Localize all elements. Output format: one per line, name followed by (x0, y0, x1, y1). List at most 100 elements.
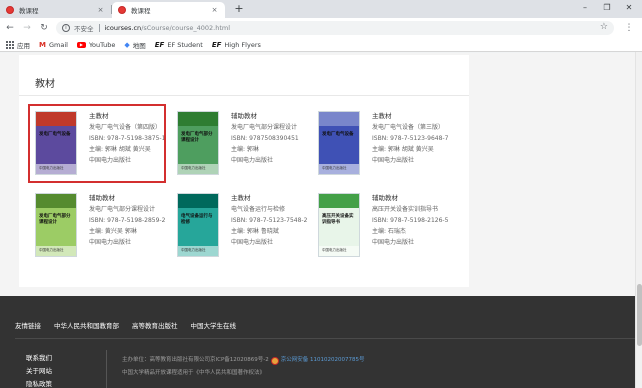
book-type: 主教材 (89, 112, 109, 120)
browser-tab-1[interactable]: 教课程 × (0, 2, 111, 18)
friend-link-student-online[interactable]: 中国大学生在线 (191, 320, 237, 330)
textbooks-card: 教材 发电厂电气设备 中国电力出版社 主教材 发电厂电气设备（第四版） ISBN: 97… (19, 55, 469, 287)
textbook-item[interactable]: 发电厂电气设备 中国电力出版社 主教材 发电厂电气设备（第四版） ISBN: 978-7… (28, 104, 175, 183)
maximize-button[interactable]: ❐ (600, 2, 614, 14)
book-meta: 主教材发电厂电气设备（第三版） ISBN: 978-7-5123-9648-7 主编… (372, 111, 462, 166)
book-type: 主教材 (231, 194, 251, 202)
site-favicon-icon (6, 6, 14, 14)
book-cover-publisher: 中国电力出版社 (181, 248, 206, 252)
forward-button[interactable]: → (20, 21, 34, 35)
scrollbar-thumb[interactable] (637, 284, 642, 346)
book-meta: 主教材 电气设备运行与检修 ISBN: 978-7-5123-7548-2 主编: 郭… (231, 193, 321, 248)
info-warning-icon[interactable]: i (62, 24, 70, 32)
section-divider (19, 95, 469, 96)
book-cover-image[interactable]: 高压开关设备实训指导书中国电力出版社 (318, 193, 360, 257)
footer-link-contact[interactable]: 联系我们 (26, 352, 96, 365)
browser-menu-icon[interactable]: ⋮ (624, 21, 634, 35)
book-publisher: 中国电力出版社 (231, 239, 274, 246)
tab-strip: 教课程 × 教课程 × + – ❐ ✕ (0, 0, 642, 18)
textbook-item[interactable]: 发电厂电气部分课程设计 中国电力出版社 辅助教材 发电厂电气部分课程设计 ISBN: 9… (35, 193, 175, 263)
book-title[interactable]: 发电厂电气部分课程设计 (89, 204, 179, 215)
book-publisher: 中国电力出版社 (89, 239, 132, 246)
book-title[interactable]: 电气设备运行与检修 (231, 204, 321, 215)
book-title[interactable]: 发电厂电气设备（第四版） (89, 122, 179, 133)
bookmark-label: EF Student (167, 40, 203, 49)
book-editors: 主编: 郭琳 (231, 146, 259, 153)
book-cover-image[interactable]: 发电厂电气部分课程设计 中国电力出版社 (177, 111, 219, 175)
footer-link-about[interactable]: 关于网站 (26, 365, 96, 378)
book-editors: 主编: 郭琳 鲁晓斌 (231, 228, 279, 235)
book-title[interactable]: 高压开关设备实训指导书 (372, 204, 462, 215)
book-cover-image[interactable]: 电气设备运行与检修中国电力出版社 (177, 193, 219, 257)
friend-link-moe[interactable]: 中华人民共和国教育部 (54, 320, 119, 330)
book-editors: 主编: 黄兴吴 郭琳 (89, 228, 137, 235)
site-favicon-icon (118, 6, 126, 14)
friend-link-hep[interactable]: 高等教育出版社 (132, 320, 178, 330)
book-cover-publisher: 中国电力出版社 (181, 166, 206, 170)
textbook-item[interactable]: 电气设备运行与检修 中国电力出版社 主教材 电气设备运行与检修 ISBN: 978-7-… (177, 193, 317, 263)
browser-tab-2-active[interactable]: 教课程 × (112, 2, 225, 18)
browser-toolbar: ← → ↻ i 不安全 icourses.cn /sCourse/course_… (0, 18, 642, 38)
tab-close-icon[interactable]: × (210, 6, 219, 14)
book-title[interactable]: 发电厂电气部分课程设计 (231, 122, 321, 133)
book-type: 主教材 (372, 112, 392, 120)
tab-title: 教课程 (19, 7, 39, 15)
book-cover-title: 高压开关设备实训指导书 (322, 214, 354, 225)
police-badge-icon (270, 356, 279, 365)
police-record-link[interactable]: 京公网安备 11010202007785号 (281, 354, 365, 367)
reload-button[interactable]: ↻ (37, 21, 51, 35)
ef-icon: EF (154, 40, 165, 49)
book-publisher: 中国电力出版社 (89, 157, 132, 164)
book-type: 辅助教材 (372, 194, 398, 202)
book-meta: 辅助教材发电厂电气部分课程设计 ISBN: 9787508390451 主编: 郭琳… (231, 111, 321, 166)
minimize-button[interactable]: – (578, 2, 592, 14)
book-isbn: ISBN: 978-7-5123-9648-7 (372, 135, 449, 142)
apps-grid-icon (6, 40, 14, 49)
book-type: 辅助教材 (231, 112, 257, 120)
book-cover-title: 发电厂电气设备 (322, 132, 354, 137)
address-bar[interactable]: i 不安全 icourses.cn /sCourse/course_4002.h… (56, 21, 614, 35)
back-button[interactable]: ← (3, 21, 17, 35)
page-scrollbar[interactable] (635, 52, 642, 388)
new-tab-button[interactable]: + (233, 3, 245, 15)
book-cover-publisher: 中国电力出版社 (39, 166, 64, 170)
book-cover-title: 电气设备运行与检修 (181, 214, 213, 225)
book-isbn: ISBN: 9787508390451 (231, 135, 299, 142)
book-cover-publisher: 中国电力出版社 (322, 248, 347, 252)
bookmark-high-flyers[interactable]: EF High Flyers (212, 41, 261, 49)
footer-vertical-divider (106, 350, 107, 388)
site-footer: 友情链接 中华人民共和国教育部 高等教育出版社 中国大学生在线 联系我们 关于网… (0, 296, 642, 388)
book-cover-image[interactable]: 发电厂电气设备 中国电力出版社 (318, 111, 360, 175)
bookmark-map[interactable]: ◆ 地图 (124, 40, 145, 50)
textbook-item[interactable]: 发电厂电气部分课程设计 中国电力出版社 辅助教材 发电厂电气部分课程设计 ISBN: 9… (177, 111, 317, 181)
section-title: 教材 (35, 79, 55, 90)
tab-close-icon[interactable]: × (96, 6, 105, 14)
bookmark-gmail[interactable]: M Gmail (39, 41, 68, 49)
book-cover-image[interactable]: 发电厂电气设备 中国电力出版社 (35, 111, 77, 175)
textbook-item[interactable]: 高压开关设备实训指导书 中国电力出版社 辅助教材 高压开关设备实训指导书 ISBN: 9… (318, 193, 458, 263)
book-meta: 主教材 发电厂电气设备（第四版） ISBN: 978-7-5198-3875-1 主编… (89, 111, 179, 166)
book-publisher: 中国电力出版社 (372, 239, 415, 246)
bookmark-star-icon[interactable]: ☆ (600, 22, 608, 32)
textbook-item[interactable]: 发电厂电气设备 中国电力出版社 主教材 发电厂电气设备（第三版） ISBN: 978-7… (318, 111, 458, 181)
url-path: /sCourse/course_4002.html (141, 24, 231, 32)
book-title[interactable]: 发电厂电气设备（第三版） (372, 122, 462, 133)
bookmark-label: 应用 (17, 41, 30, 50)
close-window-button[interactable]: ✕ (622, 2, 636, 14)
bookmark-ef-student[interactable]: EF EF Student (155, 41, 203, 49)
bookmark-label: YouTube (88, 40, 116, 49)
book-editors: 主编: 石瑞杰 (372, 228, 406, 235)
bookmark-label: Gmail (48, 40, 68, 49)
footer-link-privacy[interactable]: 隐私政策 (26, 378, 96, 388)
book-cover-image[interactable]: 发电厂电气部分课程设计 中国电力出版社 (35, 193, 77, 257)
page-viewport: 教材 发电厂电气设备 中国电力出版社 主教材 发电厂电气设备（第四版） ISBN: 97… (0, 53, 642, 388)
security-label: 不安全 (74, 25, 94, 33)
bookmark-youtube[interactable]: ▶ YouTube (76, 40, 116, 49)
book-cover-title: 发电厂电气设备 (39, 132, 71, 137)
book-editors: 主编: 郭琳 胡斌 黄兴吴 (372, 146, 434, 153)
book-cover-publisher: 中国电力出版社 (39, 248, 64, 252)
ef-icon: EF (211, 40, 222, 49)
bookmark-apps[interactable]: 应用 (6, 40, 30, 50)
book-isbn: ISBN: 978-7-5198-2859-2 (89, 217, 166, 224)
gmail-icon: M (39, 40, 46, 49)
